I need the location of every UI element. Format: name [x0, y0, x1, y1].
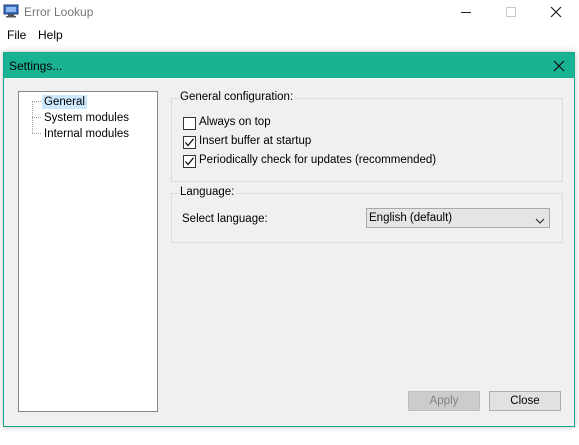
checkmark-icon	[185, 138, 195, 147]
dialog-close-button[interactable]	[549, 56, 569, 76]
language-group: Language: Select language: English (defa…	[171, 186, 563, 243]
checkbox-unchecked[interactable]	[183, 117, 196, 130]
check-updates-label: Periodically check for updates (recommen…	[199, 154, 437, 166]
tree-item-internal-modules[interactable]: Internal modules	[42, 127, 131, 141]
settings-dialog: Settings... General System modules Inter…	[3, 52, 575, 427]
general-config-label: General configuration:	[178, 91, 296, 103]
maximize-button[interactable]	[488, 0, 534, 24]
menu-file[interactable]: File	[7, 28, 26, 42]
close-icon	[549, 60, 569, 79]
select-language-label: Select language:	[182, 213, 268, 225]
main-titlebar: Error Lookup	[0, 0, 579, 24]
minimize-button[interactable]	[443, 0, 489, 24]
settings-tree[interactable]: General System modules Internal modules	[18, 91, 158, 412]
tree-connector	[32, 133, 41, 134]
close-window-button[interactable]	[533, 0, 579, 24]
language-select-value: English (default)	[369, 212, 453, 224]
general-config-group: General configuration: Always on top Ins…	[171, 91, 563, 182]
tree-item-general[interactable]: General	[42, 95, 87, 109]
checkbox-checked[interactable]	[183, 136, 196, 149]
close-button[interactable]: Close	[489, 391, 561, 411]
checkbox-checked[interactable]	[183, 155, 196, 168]
dialog-titlebar: Settings...	[4, 53, 574, 78]
apply-button[interactable]: Apply	[408, 391, 480, 411]
checkmark-icon	[185, 157, 195, 166]
tree-connector	[32, 101, 41, 102]
language-group-label: Language:	[178, 186, 237, 198]
menu-help[interactable]: Help	[38, 28, 63, 42]
monitor-icon	[3, 4, 19, 18]
menu-bar: File Help	[0, 24, 579, 44]
app-title: Error Lookup	[24, 5, 94, 19]
always-on-top-label: Always on top	[199, 116, 271, 128]
tree-item-system-modules[interactable]: System modules	[42, 111, 131, 125]
chevron-down-icon	[535, 214, 545, 228]
dialog-title: Settings...	[9, 59, 63, 73]
insert-buffer-label: Insert buffer at startup	[199, 135, 312, 147]
tree-connector	[32, 117, 41, 118]
language-select[interactable]: English (default)	[366, 208, 550, 228]
